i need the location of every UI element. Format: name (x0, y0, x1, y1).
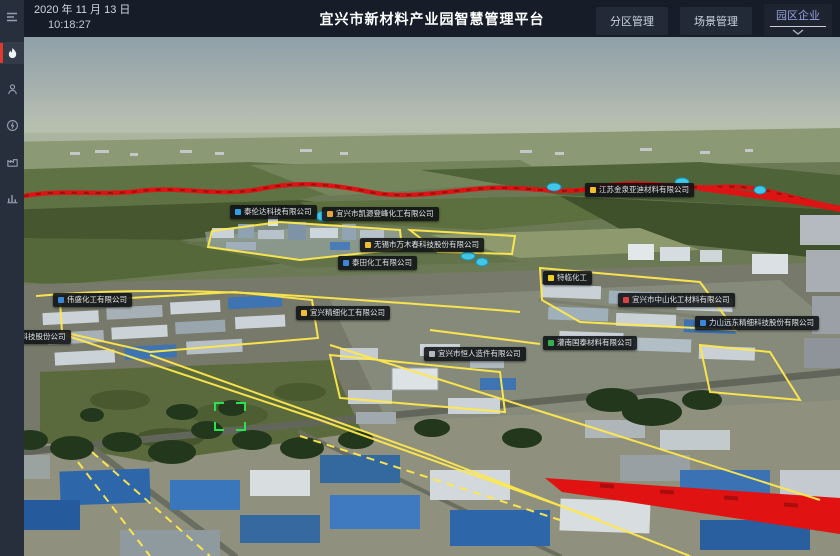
company-marker-icon (429, 351, 435, 357)
sidebar-item-menu[interactable] (0, 6, 24, 28)
company-label[interactable]: 宜兴市恒人造件有限公司 (424, 347, 526, 361)
menu-icon (5, 10, 19, 24)
bar-chart-icon (6, 191, 19, 204)
sidebar-item-fire[interactable] (0, 42, 24, 64)
company-label[interactable]: 特临化工 (543, 271, 592, 285)
company-label-text: 特临化工 (557, 274, 587, 282)
company-label[interactable]: 宜兴市中山化工材料有限公司 (618, 293, 735, 307)
company-label-text: 宜兴市中山化工材料有限公司 (632, 296, 730, 304)
dropdown-label: 园区企业 (770, 7, 826, 27)
company-label[interactable]: 无锡市万木春科技股份有限公司 (360, 238, 484, 252)
company-label[interactable]: 灌南国泰材料有限公司 (543, 336, 637, 350)
company-label-text: 力山远东精细科技股份有限公司 (709, 319, 814, 327)
sidebar (0, 0, 24, 556)
company-label[interactable]: 宜兴市凯源登峰化工有限公司 (322, 207, 439, 221)
company-marker-icon (301, 310, 307, 316)
company-label-text: 灌南国泰材料有限公司 (557, 339, 632, 347)
company-marker-icon (365, 242, 371, 248)
smart-park-platform: 泰伦达科技有限公司 宜兴市凯源登峰化工有限公司 无锡市万木春科技股份有限公司 泰… (0, 0, 840, 556)
company-label-text: 伟盛化工有限公司 (67, 296, 127, 304)
fire-icon (6, 47, 19, 60)
company-label[interactable]: 泰田化工有限公司 (338, 256, 417, 270)
sidebar-item-energy[interactable] (0, 114, 24, 136)
company-marker-icon (590, 187, 596, 193)
company-marker-icon (58, 297, 64, 303)
company-label-text: 无锡市万木春科技股份有限公司 (374, 241, 479, 249)
sidebar-item-statistics[interactable] (0, 186, 24, 208)
company-label[interactable]: 泰伦达科技有限公司 (230, 205, 317, 219)
worker-icon (6, 83, 19, 96)
energy-icon (6, 119, 19, 132)
factory-icon (6, 155, 19, 168)
company-marker-icon (327, 211, 333, 217)
company-marker-icon (623, 297, 629, 303)
sky (0, 37, 840, 133)
company-marker-icon (700, 320, 706, 326)
chevron-down-icon (792, 29, 804, 35)
sidebar-item-worker[interactable] (0, 78, 24, 100)
company-marker-icon (548, 275, 554, 281)
company-label-text: 宜兴市恒人造件有限公司 (438, 350, 521, 358)
company-marker-icon (343, 260, 349, 266)
company-label-text: 宜兴市凯源登峰化工有限公司 (336, 210, 434, 218)
sidebar-item-factory[interactable] (0, 150, 24, 172)
park-enterprise-dropdown[interactable]: 园区企业 (764, 4, 832, 36)
highrise-right-edge (800, 215, 840, 368)
header-bar: 2020 年 11 月 13 日 10:18:27 宜兴市新材料产业园智慧管理平… (24, 0, 840, 37)
company-label-text: 宜兴精细化工有限公司 (310, 309, 385, 317)
company-marker-icon (235, 209, 241, 215)
scene-manage-button[interactable]: 场景管理 (680, 7, 752, 35)
company-label[interactable]: 江苏金泉亚迪材料有限公司 (585, 183, 694, 197)
map-3d-scene[interactable] (0, 0, 840, 556)
company-label[interactable]: 宜兴精细化工有限公司 (296, 306, 390, 320)
company-label-text: 江苏金泉亚迪材料有限公司 (599, 186, 689, 194)
company-label-text: 泰田化工有限公司 (352, 259, 412, 267)
partition-manage-button[interactable]: 分区管理 (596, 7, 668, 35)
company-marker-icon (548, 340, 554, 346)
company-label[interactable]: 力山远东精细科技股份有限公司 (695, 316, 819, 330)
company-label[interactable]: 伟盛化工有限公司 (53, 293, 132, 307)
company-label-text: 泰伦达科技有限公司 (244, 208, 312, 216)
